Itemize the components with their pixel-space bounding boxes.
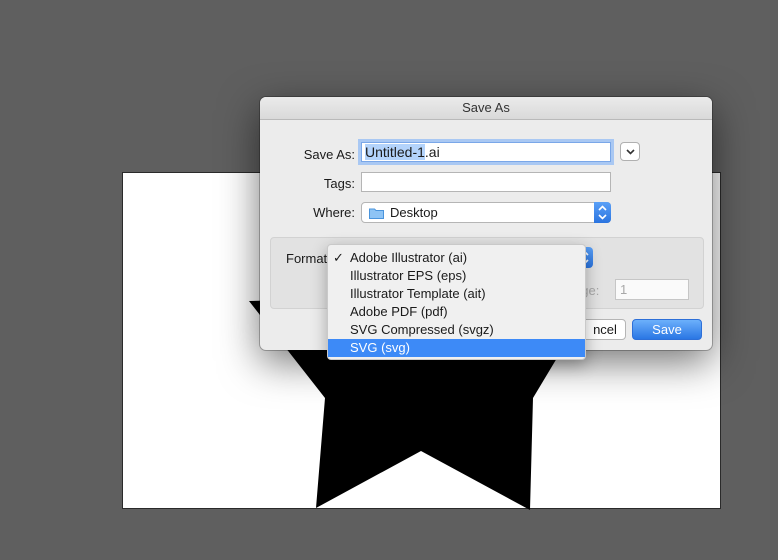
chevron-down-icon: [625, 149, 635, 155]
menu-item-svgz[interactable]: SVG Compressed (svgz): [328, 321, 585, 339]
menu-item-ai[interactable]: ✓ Adobe Illustrator (ai): [328, 249, 585, 267]
menu-item-eps[interactable]: Illustrator EPS (eps): [328, 267, 585, 285]
tags-label: Tags:: [323, 176, 355, 191]
expand-dialog-button[interactable]: [620, 142, 640, 161]
where-label: Where:: [313, 205, 355, 220]
folder-icon: [369, 208, 384, 219]
menu-item-ait[interactable]: Illustrator Template (ait): [328, 285, 585, 303]
menu-item-label: Adobe PDF (pdf): [350, 304, 448, 319]
menu-item-label: SVG Compressed (svgz): [350, 322, 494, 337]
filename-selected-text: Untitled-1: [365, 144, 425, 160]
save-as-label: Save As:: [303, 147, 355, 162]
where-value: Desktop: [390, 205, 438, 220]
tags-field[interactable]: [361, 172, 611, 192]
menu-item-svg[interactable]: SVG (svg): [328, 339, 585, 357]
menu-item-pdf[interactable]: Adobe PDF (pdf): [328, 303, 585, 321]
format-dropdown-menu: ✓ Adobe Illustrator (ai) Illustrator EPS…: [327, 244, 586, 360]
menu-item-label: Illustrator EPS (eps): [350, 268, 467, 283]
where-popup[interactable]: Desktop: [361, 202, 611, 223]
checkmark-icon: ✓: [333, 250, 344, 265]
range-field[interactable]: 1: [615, 279, 689, 300]
up-down-arrows-icon: [594, 202, 611, 223]
dialog-title: Save As: [260, 97, 712, 120]
menu-item-label: Adobe Illustrator (ai): [350, 250, 468, 265]
filename-extension: .ai: [424, 144, 440, 160]
menu-item-label: Illustrator Template (ait): [350, 286, 486, 301]
menu-item-label: SVG (svg): [350, 340, 410, 355]
format-label: Format:: [286, 251, 331, 266]
save-button[interactable]: Save: [632, 319, 702, 340]
filename-field[interactable]: Untitled-1.ai: [361, 142, 611, 162]
